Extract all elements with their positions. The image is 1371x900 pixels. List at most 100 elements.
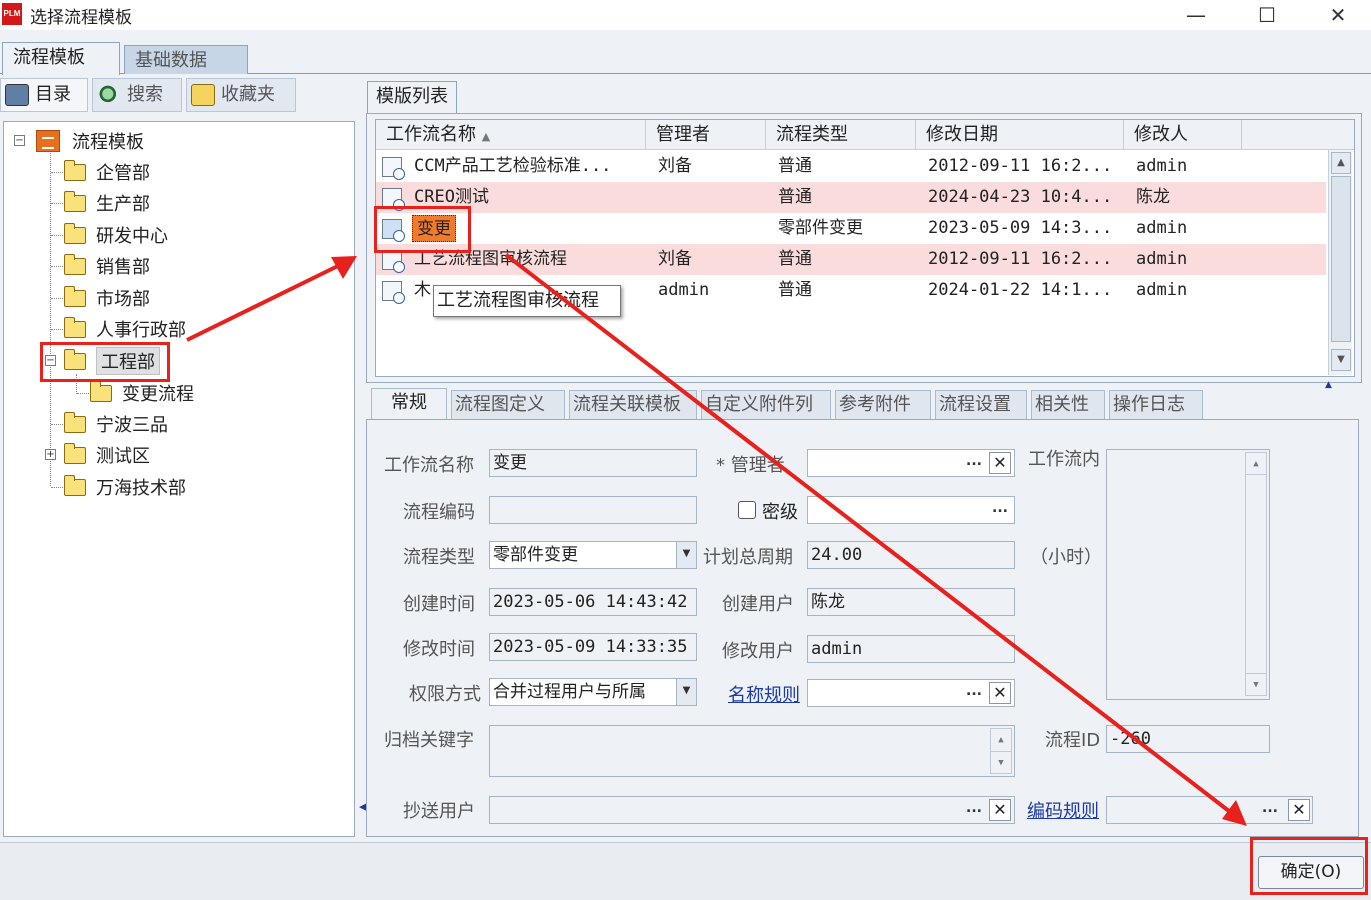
plan-cycle-field[interactable]: 24.00 (807, 541, 1015, 569)
secret-level-checkbox[interactable] (738, 501, 756, 519)
table-row-selected[interactable]: 变更 零部件变更 2023-05-09 14:3... admin (376, 213, 1326, 244)
col-header-name-label: 工作流名称 (386, 124, 476, 145)
table-row[interactable]: CCM产品工艺检验标准... 刘备 普通 2012-09-11 16:2... … (376, 151, 1326, 182)
content-scrollbar[interactable]: ▲ ▼ (1245, 452, 1267, 696)
workflow-icon (382, 157, 405, 180)
label-workflow-content: 工作流内 (1028, 449, 1100, 470)
tab-favorites[interactable]: 收藏夹 (186, 78, 296, 112)
naming-rule-link[interactable]: 名称规则 (728, 681, 800, 707)
cc-users-clear-icon[interactable]: ✕ (989, 799, 1011, 821)
tree-item-label: 销售部 (96, 257, 150, 278)
table-row[interactable]: 工艺流程图审核流程 刘备 普通 2012-09-11 16:2... admin (376, 244, 1326, 275)
manager-browse-icon[interactable]: ... (962, 450, 986, 476)
scroll-down-icon[interactable]: ▼ (991, 751, 1011, 773)
folder-icon (63, 474, 86, 496)
scroll-down-icon[interactable]: ▼ (1246, 673, 1266, 695)
scroll-thumb[interactable] (1331, 176, 1351, 342)
tree-item-销售部[interactable]: 销售部 (63, 252, 150, 280)
tab-basic-data[interactable]: 基础数据 (124, 45, 248, 74)
tab-relevance[interactable]: 相关性 (1031, 390, 1105, 420)
cell-modifier: 陈龙 (1136, 187, 1170, 207)
flow-id-field[interactable]: -260 (1106, 725, 1270, 753)
chevron-down-icon[interactable]: ▼ (676, 542, 696, 568)
label-modifier: 修改用户 (722, 641, 794, 662)
folder-icon (63, 190, 86, 212)
cell-manager: 刘备 (658, 249, 692, 269)
coding-rule-clear-icon[interactable]: ✕ (1288, 799, 1310, 821)
coding-rule-browse-icon[interactable]: ... (1258, 797, 1282, 823)
tree-item-人事行政部[interactable]: 人事行政部 (63, 315, 186, 343)
window-title: 选择流程模板 (30, 8, 132, 28)
tab-operation-log[interactable]: 操作日志 (1109, 390, 1203, 420)
tab-general[interactable]: 常规 (371, 388, 447, 421)
secret-level-browse-icon[interactable]: ... (988, 497, 1012, 523)
col-header-modifier[interactable]: 修改人 (1124, 120, 1242, 150)
permission-mode-select[interactable]: 合并过程用户与所属 ▼ (489, 678, 697, 706)
cell-date: 2024-01-22 14:1... (928, 280, 1113, 300)
tab-directory[interactable]: 目录 (0, 78, 88, 112)
tab-search[interactable]: 搜索 (92, 78, 182, 112)
main-tab-strip: 流程模板 基础数据 (0, 42, 1371, 75)
cell-type: 普通 (778, 280, 812, 300)
cell-date: 2023-05-09 14:3... (928, 218, 1113, 238)
scroll-up-icon[interactable]: ▲ (1331, 152, 1351, 174)
flow-code-field[interactable] (489, 496, 697, 524)
cc-users-browse-icon[interactable]: ... (962, 797, 986, 823)
manager-clear-icon[interactable]: ✕ (989, 452, 1011, 474)
tree-item-研发中心[interactable]: 研发中心 (63, 221, 168, 249)
collapse-root-icon[interactable]: − (14, 135, 25, 146)
tree-item-市场部[interactable]: 市场部 (63, 284, 150, 312)
col-header-manager[interactable]: 管理者 (646, 120, 766, 150)
tab-flowchart-definition[interactable]: 流程图定义 (451, 390, 565, 420)
expand-test-area-icon[interactable]: + (45, 449, 56, 460)
tab-custom-attachment[interactable]: 自定义附件列 (701, 390, 831, 420)
tree-item-万海技术部[interactable]: 万海技术部 (63, 473, 186, 501)
chevron-down-icon[interactable]: ▼ (676, 679, 696, 705)
tab-flow-settings[interactable]: 流程设置 (935, 390, 1027, 420)
archive-keyword-field[interactable]: ▲ ▼ (489, 725, 1015, 777)
col-header-date[interactable]: 修改日期 (916, 120, 1124, 150)
naming-rule-browse-icon[interactable]: ... (962, 680, 986, 706)
template-tree: − 流程模板 企管部 生产部 研发中心 销售部 市场部 人事行政部 − 工程部 … (3, 121, 355, 837)
naming-rule-clear-icon[interactable]: ✕ (989, 682, 1011, 704)
tree-item-宁波三品[interactable]: 宁波三品 (63, 410, 168, 438)
secret-level-field[interactable] (807, 496, 1015, 524)
keyword-scrollbar[interactable]: ▲ ▼ (990, 728, 1012, 774)
cell-modifier: admin (1136, 218, 1188, 238)
tab-related-template[interactable]: 流程关联模板 (569, 390, 697, 420)
workflow-name-field[interactable]: 变更 (489, 449, 697, 477)
modified-time-field[interactable]: 2023-05-09 14:33:35 (489, 633, 697, 661)
col-header-type[interactable]: 流程类型 (766, 120, 916, 150)
tree-root[interactable]: 流程模板 (36, 127, 144, 155)
minimize-button[interactable]: — (1166, 0, 1226, 30)
maximize-button[interactable]: ☐ (1237, 0, 1297, 30)
tree-item-企管部[interactable]: 企管部 (63, 158, 150, 186)
tree-item-生产部[interactable]: 生产部 (63, 189, 150, 217)
tree-item-测试区[interactable]: 测试区 (63, 441, 150, 469)
table-row[interactable]: CREO测试 普通 2024-04-23 10:4... 陈龙 (376, 182, 1326, 213)
tab-template-list[interactable]: 模版列表 (367, 81, 457, 113)
scroll-up-icon[interactable]: ▲ (991, 729, 1011, 751)
cc-users-field[interactable] (489, 796, 1015, 824)
label-archive-keyword: 归档关键字 (384, 730, 474, 751)
created-time-field[interactable]: 2023-05-06 14:43:42 (489, 588, 697, 616)
app-logo: PLM (2, 3, 22, 25)
close-button[interactable]: ✕ (1308, 0, 1368, 30)
coding-rule-link[interactable]: 编码规则 (1027, 797, 1099, 823)
creator-field[interactable]: 陈龙 (807, 588, 1015, 616)
flow-type-select[interactable]: 零部件变更 ▼ (489, 541, 697, 569)
workflow-content-area[interactable]: ▲ ▼ (1106, 449, 1270, 700)
tab-reference-attachment[interactable]: 参考附件 (835, 390, 931, 420)
col-header-name[interactable]: 工作流名称 ▲ (376, 120, 646, 150)
cell-type: 零部件变更 (778, 218, 863, 238)
tree-item-label: 研发中心 (96, 226, 168, 247)
tree-item-变更流程[interactable]: 变更流程 (89, 379, 194, 407)
scroll-down-icon[interactable]: ▼ (1331, 349, 1351, 371)
modifier-field[interactable]: admin (807, 635, 1015, 663)
scroll-up-icon[interactable]: ▲ (1246, 453, 1266, 475)
tab-search-label: 搜索 (127, 84, 163, 105)
tab-workflow-template[interactable]: 流程模板 (2, 42, 120, 75)
grid-scrollbar[interactable]: ▲ ▼ (1328, 150, 1352, 375)
cell-manager: 刘备 (658, 156, 692, 176)
splitter-arrow-icon[interactable]: ◀ (359, 800, 367, 814)
